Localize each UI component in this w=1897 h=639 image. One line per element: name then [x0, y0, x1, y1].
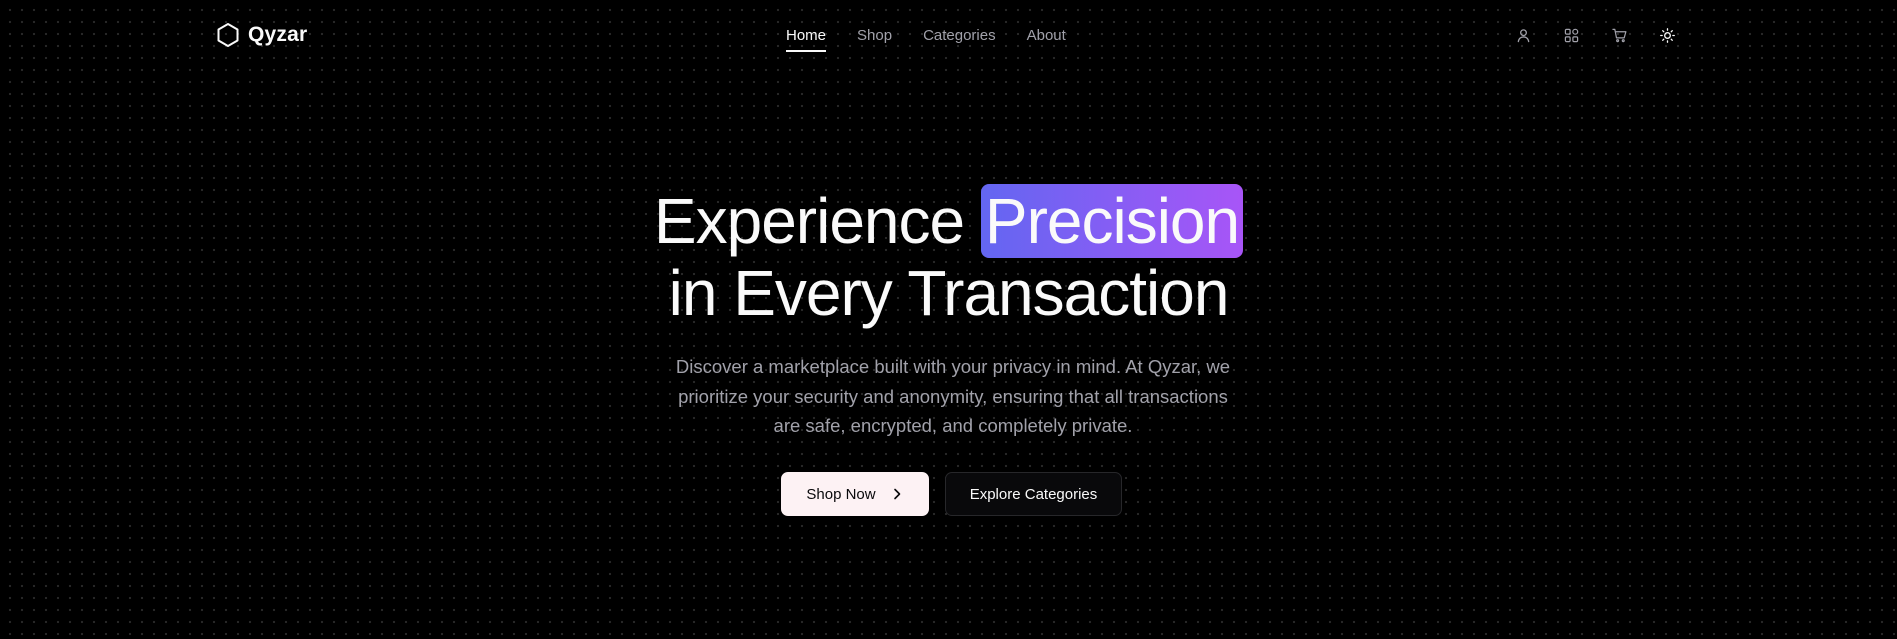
sun-icon	[1660, 28, 1675, 43]
hero-title-highlight: Precision	[980, 184, 1244, 258]
hero-title: Experience Precision in Every Transactio…	[0, 184, 1897, 328]
chevron-right-icon	[893, 488, 900, 500]
explore-categories-label: Explore Categories	[969, 485, 1098, 503]
nav-item-home[interactable]: Home	[786, 26, 827, 52]
hero-cta-group: Shop Now Explore Categories	[781, 472, 1122, 516]
hexagon-icon	[217, 23, 239, 47]
nav-item-shop[interactable]: Shop	[857, 26, 892, 52]
hero-title-part2: in Every Transaction	[668, 257, 1230, 329]
user-icon	[1517, 29, 1530, 43]
grid-icon	[1564, 28, 1579, 43]
categories-grid-button[interactable]	[1561, 25, 1582, 46]
explore-categories-button[interactable]: Explore Categories	[945, 472, 1122, 516]
nav-item-categories[interactable]: Categories	[923, 26, 996, 52]
nav-item-about[interactable]: About	[1027, 26, 1066, 52]
brand-name: Qyzar	[248, 23, 308, 46]
shop-now-label: Shop Now	[806, 485, 876, 503]
main-nav: Home Shop Categories About	[786, 26, 1066, 52]
hero-description: Discover a marketplace built with your p…	[675, 356, 1231, 436]
cart-icon	[1612, 28, 1627, 43]
shop-now-button[interactable]: Shop Now	[781, 472, 929, 516]
header-actions	[1513, 25, 1678, 46]
theme-toggle-button[interactable]	[1657, 25, 1678, 46]
account-button[interactable]	[1513, 25, 1534, 46]
site-header: Qyzar Home Shop Categories About	[0, 0, 1897, 72]
cart-button[interactable]	[1609, 25, 1630, 46]
brand-logo-link[interactable]: Qyzar	[216, 22, 307, 48]
hero-title-part1: Experience	[653, 185, 981, 257]
